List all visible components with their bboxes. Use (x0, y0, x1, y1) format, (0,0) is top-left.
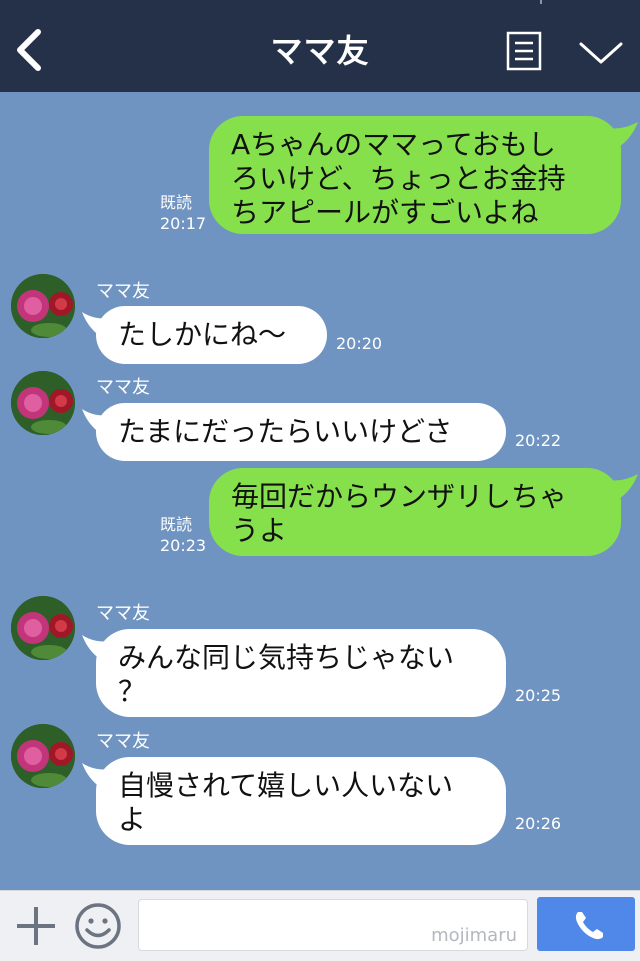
message-line: みんな同じ気持ちじゃない (118, 641, 455, 674)
message-time: 20:22 (515, 431, 562, 450)
read-label: 既読 (160, 193, 193, 212)
message-time: 20:25 (515, 686, 562, 705)
message-bubble[interactable]: Aちゃんのママっておもし ろいけど、ちょっとお金持 ちアピールがすごいよね (209, 116, 621, 234)
message-line: うよ (231, 514, 288, 547)
menu-icon[interactable] (506, 31, 542, 71)
smiley-icon[interactable] (74, 902, 122, 950)
message-line: ？ (118, 675, 147, 708)
message-bubble[interactable]: みんな同じ気持ちじゃない ？ (96, 629, 506, 717)
avatar[interactable] (11, 274, 75, 338)
rose-avatar-image (11, 724, 75, 788)
message-meta: 既読 20:17 (160, 192, 206, 234)
message-meta: 既読 20:23 (160, 514, 206, 556)
message-line: Aちゃんのママっておもし (231, 128, 556, 161)
sender-name: ママ友 (96, 281, 150, 302)
message-line: たまにだったらいいけどさ (118, 415, 453, 448)
sender-name: ママ友 (96, 377, 150, 398)
message-line: 毎回だからウンザリしちゃ (231, 480, 568, 513)
message-bubble[interactable]: たしかにね〜 (96, 306, 327, 364)
chat-header: ママ友 (0, 0, 640, 92)
message-line: よ (118, 803, 147, 836)
message-input[interactable]: mojimaru (138, 899, 528, 951)
sender-name: ママ友 (96, 731, 150, 752)
message-bubble[interactable]: 自慢されて嬉しい人いない よ (96, 757, 506, 845)
message-time: 20:26 (515, 814, 562, 833)
plus-icon[interactable] (14, 904, 58, 948)
message-bubble[interactable]: たまにだったらいいけどさ (96, 403, 506, 461)
message-line: ちアピールがすごいよね (231, 196, 539, 229)
message-time: 20:17 (160, 214, 207, 233)
avatar[interactable] (11, 724, 75, 788)
rose-avatar-image (11, 274, 75, 338)
message-line: 自慢されて嬉しい人いない (118, 769, 454, 802)
call-button[interactable] (537, 897, 635, 951)
avatar[interactable] (11, 371, 75, 435)
avatar[interactable] (11, 596, 75, 660)
watermark-text: mojimaru (431, 925, 517, 946)
message-time: 20:23 (160, 536, 207, 555)
rose-avatar-image (11, 371, 75, 435)
message-bubble[interactable]: 毎回だからウンザリしちゃ うよ (209, 468, 621, 556)
rose-avatar-image (11, 596, 75, 660)
phone-icon (575, 912, 603, 940)
input-bar: mojimaru (0, 890, 640, 961)
read-label: 既読 (160, 515, 193, 534)
sender-name: ママ友 (96, 603, 150, 624)
message-line: ろいけど、ちょっとお金持 (231, 162, 566, 195)
status-bar-fragment (540, 0, 542, 4)
chevron-down-icon[interactable] (578, 38, 624, 68)
message-line: たしかにね〜 (118, 318, 287, 351)
chat-title: ママ友 (270, 32, 370, 70)
message-time: 20:20 (336, 334, 383, 353)
